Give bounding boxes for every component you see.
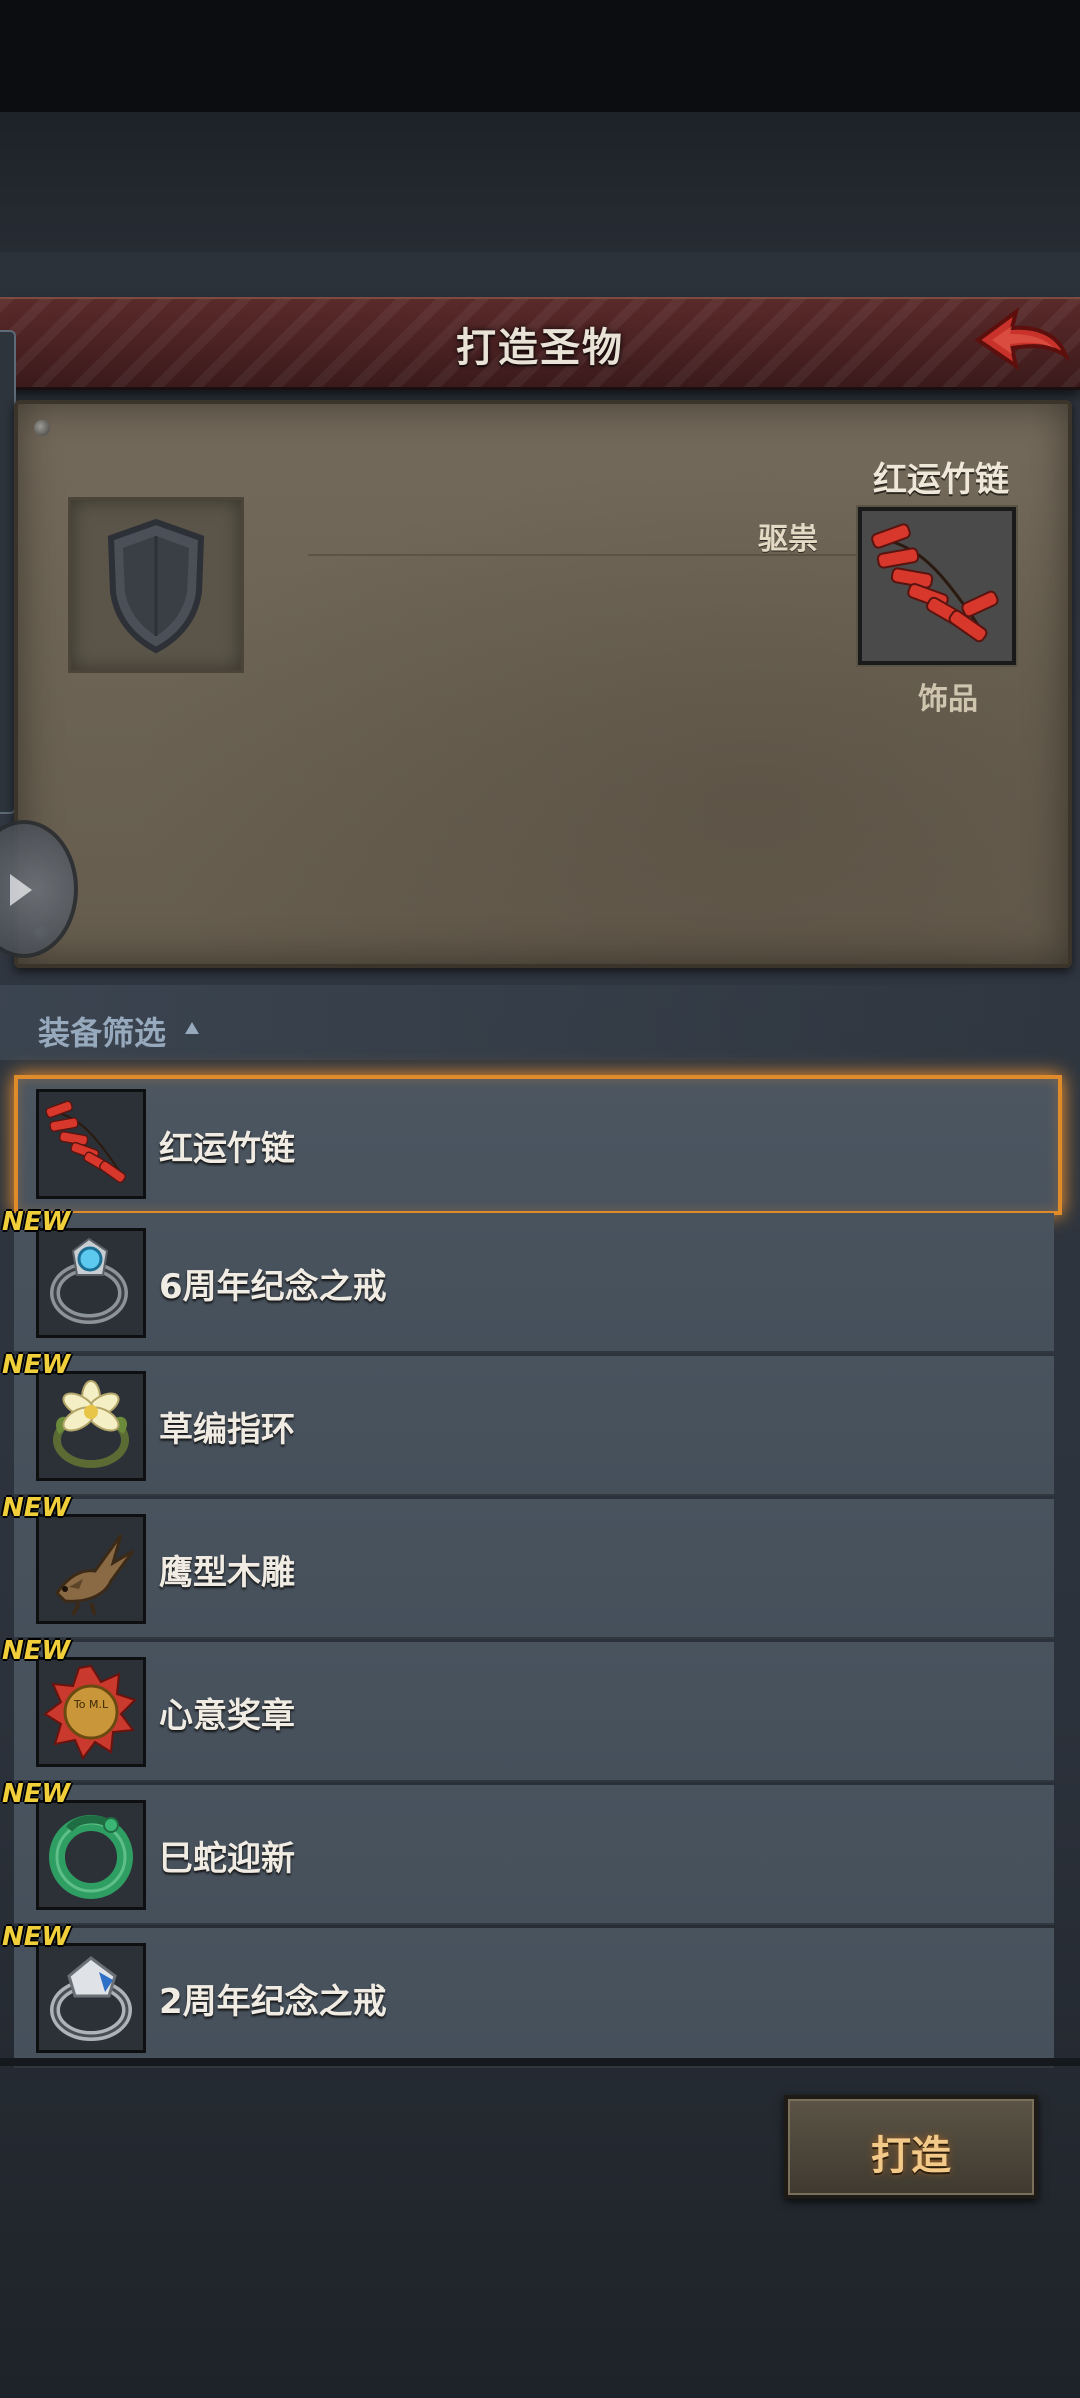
new-badge: NEW (2, 1779, 71, 1809)
item-label: 心意奖章 (159, 1696, 295, 1736)
firecracker-chain-icon (45, 1100, 126, 1183)
filter-toggle[interactable]: 装备筛选 (38, 1008, 166, 1054)
top-strip (0, 112, 1080, 252)
rivet-icon (34, 420, 50, 436)
new-badge: NEW (2, 1350, 71, 1380)
item-label: 6周年纪念之戒 (159, 1267, 387, 1307)
new-badge: NEW (2, 1207, 71, 1237)
silver-ring-icon (50, 1956, 132, 2041)
item-icon (36, 1089, 146, 1199)
caret-up-icon (185, 1022, 199, 1034)
bottom-divider (0, 2058, 1080, 2066)
back-arrow-icon (974, 307, 1071, 371)
header-bar: 打造圣物 (0, 297, 1080, 390)
item-label: 红运竹链 (159, 1129, 295, 1169)
item-label: 2周年纪念之戒 (159, 1982, 387, 2022)
item-icon (36, 1228, 146, 1338)
expand-arrow-button[interactable] (0, 820, 78, 958)
back-button[interactable] (972, 300, 1072, 380)
item-icon: To M.L (36, 1657, 146, 1767)
item-type-label: 饰品 (918, 682, 978, 717)
medal-icon: To M.L (43, 1664, 137, 1760)
list-item[interactable]: To M.L NEW 心意奖章 (2, 1636, 1054, 1782)
forge-button[interactable]: 打造 (784, 2095, 1038, 2199)
chevron-right-icon (10, 874, 32, 906)
attribute-label: 驱祟 (758, 522, 818, 557)
page-title: 打造圣物 (456, 325, 624, 371)
item-name: 红运竹链 (873, 460, 1009, 500)
item-label: 鹰型木雕 (159, 1553, 295, 1593)
new-badge: NEW (2, 1636, 71, 1666)
item-label: 巳蛇迎新 (159, 1839, 295, 1879)
list-item[interactable]: NEW 2周年纪念之戒 (2, 1922, 1054, 2068)
shield-icon (107, 518, 205, 654)
eagle-carving-icon (55, 1534, 135, 1616)
new-badge: NEW (2, 1493, 71, 1523)
selected-item-icon (858, 507, 1016, 665)
equipment-slot[interactable] (68, 497, 244, 673)
item-icon (36, 1371, 146, 1481)
item-icon (36, 1943, 146, 2053)
forge-button-label: 打造 (871, 2133, 951, 2179)
list-item[interactable]: NEW 鹰型木雕 (2, 1493, 1054, 1639)
list-item[interactable]: NEW 草编指环 (2, 1350, 1054, 1496)
flower-ring-icon (53, 1380, 129, 1468)
item-label: 草编指环 (159, 1410, 295, 1450)
list-item[interactable]: 红运竹链 (14, 1075, 1062, 1215)
list-item[interactable]: NEW 6周年纪念之戒 (2, 1207, 1054, 1353)
blue-gem-ring-icon (50, 1237, 128, 1324)
list-item[interactable]: NEW 巳蛇迎新 (2, 1779, 1054, 1925)
jade-snake-ring-icon (49, 1815, 133, 1899)
preview-panel: 驱祟 红运竹链 饰品 (14, 400, 1072, 968)
item-icon (36, 1800, 146, 1910)
medal-engraving: To M.L (73, 1698, 109, 1711)
new-badge: NEW (2, 1922, 71, 1952)
firecracker-chain-icon (871, 523, 999, 643)
item-icon (36, 1514, 146, 1624)
